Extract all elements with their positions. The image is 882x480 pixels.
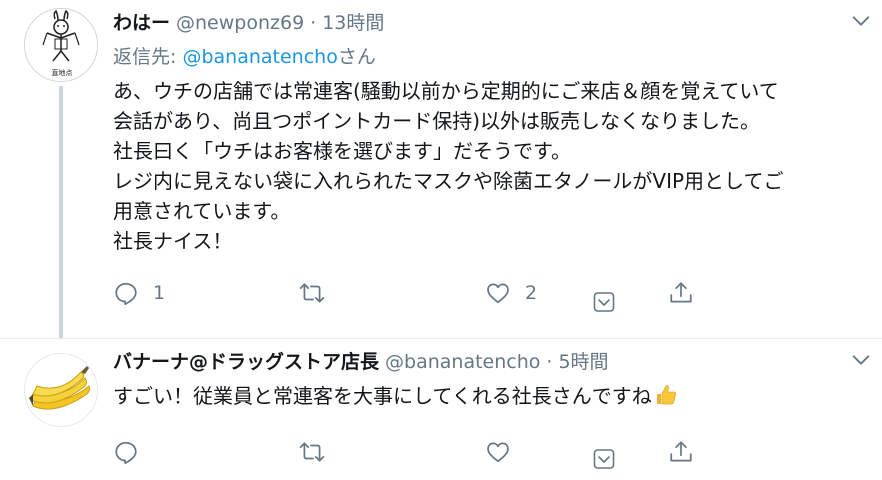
tweet-text-line: 用意されています。 [113, 199, 291, 223]
action-bar: 1 2 [113, 278, 733, 308]
like-icon [487, 283, 509, 304]
svg-text:直地点: 直地点 [52, 68, 73, 77]
tweet-text: すごい！従業員と常連客を大事にしてくれる社長さんですね [113, 381, 873, 411]
share-button[interactable] [668, 278, 694, 308]
timestamp[interactable]: 5時間 [558, 347, 608, 374]
tweet-header: バナーナ@ドラッグストア店長 @bananatencho · 5時間 [113, 347, 609, 375]
reply-prefix: 返信先: [113, 46, 183, 68]
user-handle[interactable]: @bananatencho [385, 351, 540, 373]
tweet-text-line: レジ内に見えない袋に入れられたマスクや除菌エタノールがVIP用としてご [113, 169, 784, 193]
like-count: 2 [525, 282, 538, 304]
avatar-illustration: 直地点 [25, 9, 97, 81]
caret-down-icon[interactable] [850, 10, 872, 32]
share-button[interactable] [668, 437, 694, 467]
retweet-icon [299, 283, 325, 303]
tweet-text: あ、ウチの店舗では常連客(騒動以前から定期的にご来店＆顔を覚えていて 会話があり… [113, 76, 873, 256]
like-icon [487, 442, 509, 463]
retweet-button[interactable] [299, 437, 339, 467]
timestamp[interactable]: 13時間 [322, 8, 384, 35]
retweet-button[interactable] [299, 278, 339, 308]
tweet-header: わはー @newponz69 · 13時間 [113, 8, 384, 36]
reply-button[interactable] [113, 437, 153, 467]
thread-line [59, 86, 63, 338]
like-button[interactable]: 2 [485, 278, 537, 308]
reply-icon [115, 282, 137, 306]
tweet-1[interactable]: 直地点 わはー @newponz69 · 13時間 返信先: @bananate… [0, 0, 882, 338]
share-icon [670, 282, 692, 303]
avatar-bananaa[interactable] [24, 353, 98, 427]
tweet-text-line: 会話があり、尚且つポイントカード保持)以外は販売しなくなりました。 [113, 109, 761, 133]
avatar-wahaa[interactable]: 直地点 [24, 8, 98, 82]
tweet-text-line: すごい！従業員と常連客を大事にしてくれる社長さんですね [113, 381, 873, 411]
thumbs-up-icon [656, 385, 676, 405]
retweet-icon [299, 442, 325, 462]
reply-count: 1 [153, 282, 166, 304]
action-bar [113, 437, 733, 467]
like-button[interactable] [485, 437, 525, 467]
reply-icon [115, 441, 137, 465]
user-handle[interactable]: @newponz69 [176, 12, 304, 34]
tweet-text-line: あ、ウチの店舗では常連客(騒動以前から定期的にご来店＆顔を覚えていて [113, 79, 779, 103]
tweet-text-line: 社長ナイス！ [113, 229, 233, 253]
reply-mention-link[interactable]: @bananatencho [182, 46, 337, 68]
reply-suffix: さん [337, 46, 376, 68]
share-icon [670, 441, 692, 462]
reply-button[interactable]: 1 [113, 278, 165, 308]
caret-down-icon[interactable] [850, 349, 872, 371]
tweet-2[interactable]: バナーナ@ドラッグストア店長 @bananatencho · 5時間 すごい！従… [0, 338, 882, 480]
display-name[interactable]: わはー [113, 8, 170, 35]
separator-dot: · [310, 12, 317, 34]
separator-dot: · [546, 351, 553, 373]
dm-icon[interactable] [592, 447, 616, 471]
replying-to: 返信先: @bananatenchoさん [113, 42, 376, 69]
display-name[interactable]: バナーナ@ドラッグストア店長 [113, 347, 379, 374]
banana-avatar-image [25, 354, 97, 426]
tweet-text-content: すごい！従業員と常連客を大事にしてくれる社長さんですね [113, 384, 652, 408]
dm-icon[interactable] [592, 290, 616, 314]
tweet-text-line: 社長曰く「ウチはお客様を選びます」だそうです。 [113, 139, 571, 163]
